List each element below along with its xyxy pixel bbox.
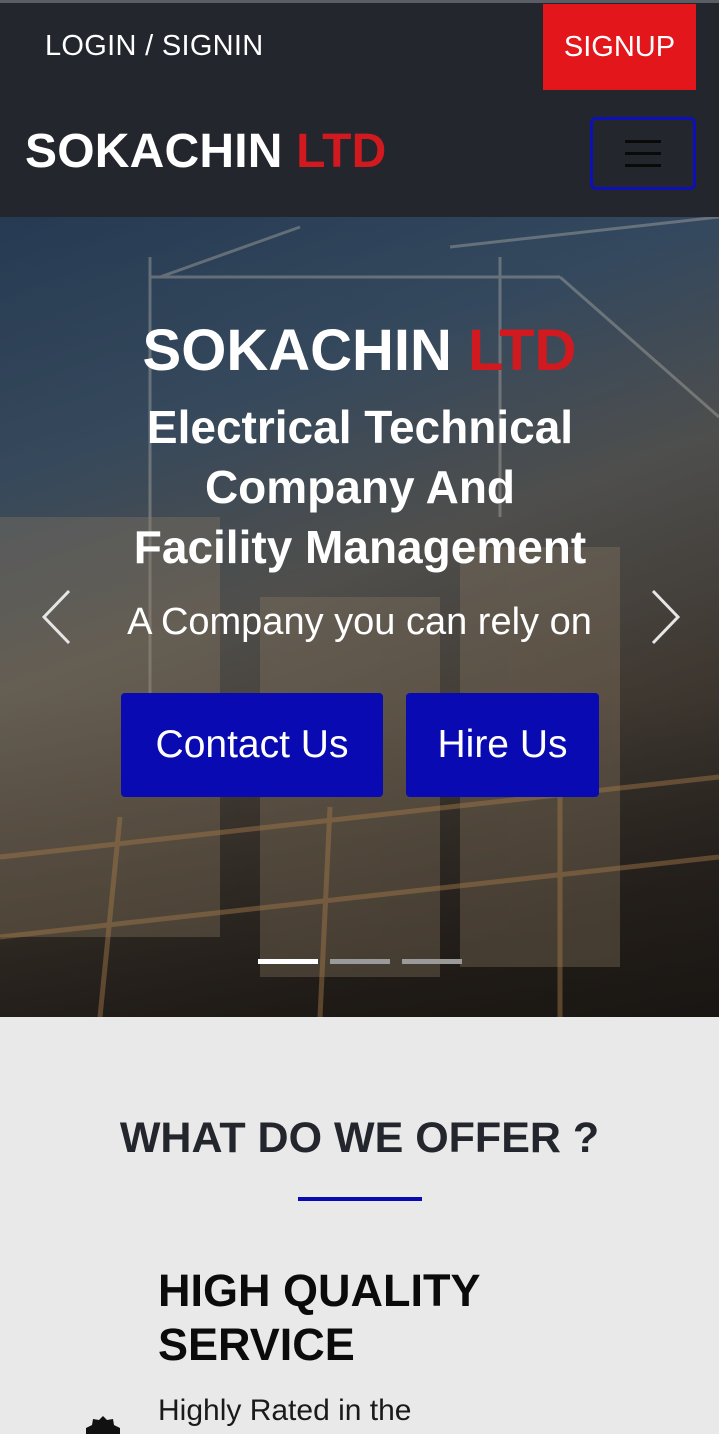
hero-subtitle-line: Company And	[204, 461, 516, 513]
service-title-line: SERVICE	[158, 1319, 355, 1370]
badge-icon	[86, 1416, 120, 1434]
hero-tagline: A Company you can rely on	[127, 601, 592, 643]
chevron-left-icon	[41, 589, 71, 645]
hamburger-icon-bar	[625, 164, 661, 167]
hero-title: SOKACHIN LTD	[0, 317, 719, 384]
chevron-right-icon	[651, 589, 681, 645]
hero-subtitle-line: Facility Management	[133, 521, 587, 573]
hamburger-icon-bar	[625, 140, 661, 143]
hero-subtitle-line: Electrical Technical	[146, 401, 574, 453]
hire-us-button[interactable]: Hire Us	[406, 693, 599, 797]
hamburger-icon-bar	[625, 152, 661, 155]
service-title: HIGH QUALITY SERVICE	[158, 1264, 578, 1372]
service-title-line: HIGH QUALITY	[158, 1265, 481, 1316]
hero-subtitle: Electrical Technical Company And Facilit…	[110, 397, 610, 577]
service-description: Highly Rated in the	[158, 1394, 412, 1427]
hero-title-name: SOKACHIN	[142, 318, 452, 383]
heading-divider	[298, 1197, 422, 1201]
navbar: SOKACHIN LTD	[0, 92, 719, 217]
carousel-indicator-1[interactable]	[258, 959, 318, 964]
brand-logo[interactable]: SOKACHIN LTD	[25, 124, 387, 179]
brand-accent: LTD	[296, 125, 387, 178]
offer-section-heading: WHAT DO WE OFFER ?	[119, 1114, 600, 1162]
menu-toggle-button[interactable]	[590, 117, 696, 190]
hero-title-accent: LTD	[468, 318, 577, 383]
carousel-indicator-3[interactable]	[402, 959, 462, 964]
contact-us-button[interactable]: Contact Us	[121, 693, 383, 797]
carousel-indicator-2[interactable]	[330, 959, 390, 964]
hero-carousel: SOKACHIN LTD Electrical Technical Compan…	[0, 217, 719, 1017]
top-bar: LOGIN / SIGNIN SIGNUP	[0, 0, 719, 92]
carousel-prev-button[interactable]	[36, 587, 76, 647]
carousel-next-button[interactable]	[646, 587, 686, 647]
brand-name: SOKACHIN	[25, 125, 283, 178]
signup-button[interactable]: SIGNUP	[543, 4, 696, 90]
login-signin-link[interactable]: LOGIN / SIGNIN	[45, 30, 264, 63]
